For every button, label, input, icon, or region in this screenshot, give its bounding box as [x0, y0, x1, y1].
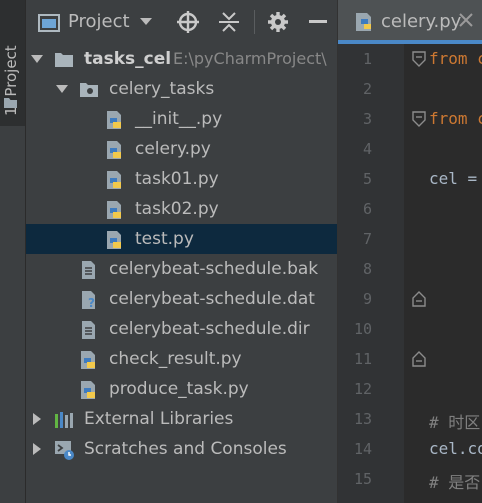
tree-item[interactable]: celerybeat-schedule.bak	[26, 254, 337, 284]
line-number-gutter: 1 2 3 4 5 6 7 8 9 10 11 12 13 14 15	[338, 44, 404, 503]
tree-item-label: celery_tasks	[109, 79, 215, 99]
tree-item-label: task02.py	[135, 199, 219, 219]
python-file-icon	[81, 381, 95, 399]
tree-item-label: External Libraries	[84, 409, 234, 429]
editor-area: celery.py 1 2 3 4 5 6 7 8 9 10 11 12 13 14 15 from c fr…	[338, 0, 482, 503]
expand-arrow-right-icon[interactable]	[31, 443, 43, 455]
library-icon	[55, 412, 73, 428]
close-icon[interactable]	[459, 13, 473, 27]
fold-marker-icon[interactable]	[412, 51, 426, 67]
project-view-icon	[38, 14, 60, 32]
project-panel: Project tasks_cel E:\pyCharmProject\celer…	[26, 0, 337, 503]
collapse-all-icon[interactable]	[219, 11, 239, 33]
tree-item-label: celerybeat-schedule.dat	[109, 289, 315, 309]
text-file-icon	[82, 261, 95, 279]
unknown-file-icon: ?	[82, 291, 95, 310]
tree-item[interactable]: celery.py	[26, 134, 337, 164]
fold-marker-icon[interactable]	[412, 111, 426, 127]
code-line: # 是否	[429, 473, 481, 492]
code-line: from c	[429, 49, 482, 68]
tree-item-label: test.py	[135, 229, 194, 249]
locate-target-icon[interactable]	[177, 11, 199, 33]
toolbar-divider	[254, 10, 255, 34]
project-tool-window-tab[interactable]: 1: Project	[0, 0, 25, 126]
code-line: # 时区	[429, 413, 481, 432]
python-file-icon	[107, 111, 121, 129]
tree-item[interactable]: celery_tasks	[26, 74, 337, 104]
code-line: from c	[429, 109, 482, 128]
project-path: E:\pyCharmProject\	[173, 49, 327, 68]
folder-icon	[4, 98, 17, 108]
expand-arrow-down-icon[interactable]	[31, 53, 43, 65]
line-number: 8	[362, 260, 372, 278]
tree-item[interactable]: Scratches and Consoles	[26, 434, 337, 464]
line-number: 1	[362, 50, 372, 68]
line-number: 5	[362, 170, 372, 188]
tree-item-label: check_result.py	[109, 349, 242, 369]
tree-item[interactable]: task01.py	[26, 164, 337, 194]
line-number: 7	[362, 230, 372, 248]
line-number: 3	[362, 110, 372, 128]
code-line: cel.co	[429, 439, 482, 458]
tree-item[interactable]: celerybeat-schedule.dir	[26, 314, 337, 344]
editor-tab-label: celery.py	[381, 11, 462, 32]
tree-item[interactable]: produce_task.py	[26, 374, 337, 404]
tree-item-label: task01.py	[135, 169, 219, 189]
python-file-icon	[107, 171, 121, 189]
tree-item-label: celerybeat-schedule.dir	[109, 319, 310, 339]
line-number: 2	[362, 80, 372, 98]
line-number: 6	[362, 200, 372, 218]
folder-icon	[55, 53, 73, 67]
tree-item-label: celerybeat-schedule.bak	[109, 259, 319, 279]
line-number: 15	[353, 470, 372, 488]
tree-item-label: Scratches and Consoles	[84, 439, 287, 459]
tree-item-label: produce_task.py	[109, 379, 249, 399]
tree-item[interactable]: test.py	[26, 224, 337, 254]
line-number: 9	[362, 290, 372, 308]
python-file-icon	[107, 141, 121, 159]
scratches-icon	[55, 441, 74, 460]
tree-item[interactable]: tasks_cel E:\pyCharmProject\	[26, 44, 337, 74]
line-number: 11	[353, 350, 372, 368]
tree-item-label: tasks_cel	[84, 49, 172, 69]
expand-arrow-down-icon[interactable]	[56, 83, 68, 95]
tree-item[interactable]: __init__.py	[26, 104, 337, 134]
svg-text:?: ?	[88, 296, 95, 310]
tree-item[interactable]: check_result.py	[26, 344, 337, 374]
expand-arrow-right-icon[interactable]	[31, 413, 43, 425]
fold-marker-icon[interactable]	[412, 351, 426, 367]
package-folder-icon	[80, 83, 98, 97]
line-number: 13	[353, 410, 372, 428]
project-panel-toolbar: Project	[26, 0, 337, 44]
python-file-icon	[356, 13, 371, 31]
editor-tab-bar: celery.py	[338, 0, 482, 44]
tree-item[interactable]: External Libraries	[26, 404, 337, 434]
python-file-icon	[107, 201, 121, 219]
left-tool-stripe: 1: Project	[0, 0, 26, 503]
line-number: 10	[353, 320, 372, 338]
project-panel-title[interactable]: Project	[68, 11, 130, 32]
python-file-icon	[107, 231, 121, 249]
code-line: cel =	[429, 169, 478, 188]
line-number: 14	[353, 440, 372, 458]
tree-item-label: __init__.py	[135, 109, 223, 129]
line-number: 12	[353, 380, 372, 398]
fold-marker-icon[interactable]	[412, 291, 426, 307]
line-number: 4	[362, 140, 372, 158]
editor-tab-celery-py[interactable]: celery.py	[338, 0, 482, 44]
chevron-down-icon[interactable]	[140, 18, 152, 26]
minimize-icon[interactable]	[309, 20, 327, 24]
tree-item[interactable]: ? celerybeat-schedule.dat	[26, 284, 337, 314]
text-file-icon	[82, 321, 95, 339]
python-file-icon	[81, 351, 95, 369]
tree-item-label: celery.py	[135, 139, 211, 159]
gear-icon[interactable]	[267, 11, 289, 33]
tree-item[interactable]: task02.py	[26, 194, 337, 224]
